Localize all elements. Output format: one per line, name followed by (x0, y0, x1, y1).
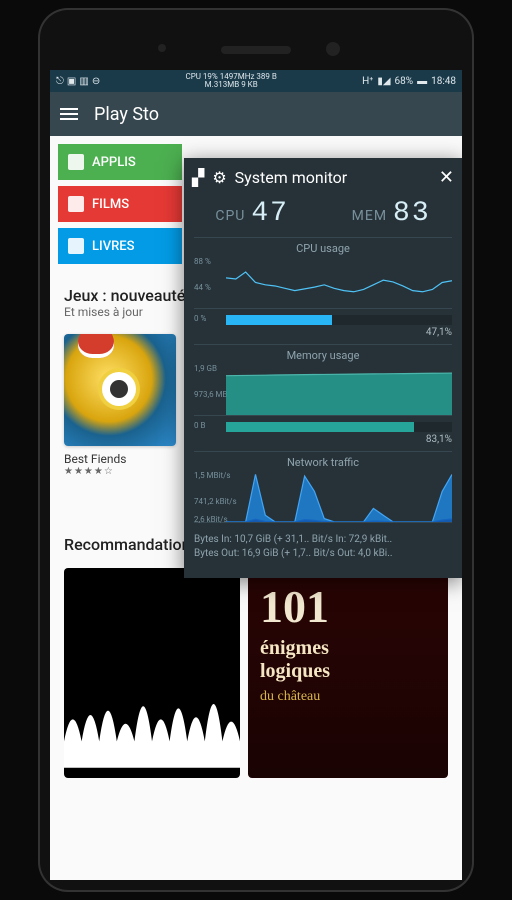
reco-card-101[interactable]: 101 énigmes logiques du château (248, 568, 448, 778)
net-line1: Bytes In: 10,7 GiB (+ 31,1.. Bit/s In: 7… (194, 533, 452, 547)
mem-bar-ylabel: 0 B (194, 421, 222, 430)
phone-frame: ⎋ ▣ ▥ ⊖ CPU 19% 1497MHz 389 B M.313MB 9 … (38, 8, 474, 892)
category-films[interactable]: FILMS (58, 186, 182, 222)
hamburger-icon[interactable] (60, 105, 78, 123)
app-name: Best Fiends (64, 452, 176, 466)
status-cpu-text: CPU 19% 1497MHz 389 B M.313MB 9 KB (104, 73, 358, 89)
mem-bar-pct: 83,1% (194, 434, 452, 445)
badge-icon: ▣ (67, 76, 76, 87)
section-title: Recommandations (64, 535, 199, 554)
phone-sensor (158, 44, 166, 52)
overlay-summary: CPU 47 MEM 83 (184, 196, 462, 237)
close-icon[interactable]: ✕ (439, 167, 454, 188)
mem-section-title: Memory usage (194, 344, 452, 362)
usb-icon: ⎋ (56, 76, 64, 87)
cpu-label: CPU (215, 208, 245, 224)
clock: 18:48 (431, 76, 456, 87)
net-text-stats: Bytes In: 10,7 GiB (+ 31,1.. Bit/s In: 7… (184, 529, 462, 565)
cpu-bar-pct: 47,1% (194, 327, 452, 338)
cpu-section: CPU usage 88 % 44 % 0 % 47,1% (184, 237, 462, 344)
status-bar: ⎋ ▣ ▥ ⊖ CPU 19% 1497MHz 389 B M.313MB 9 … (50, 70, 462, 92)
move-icon[interactable]: ▞ (192, 168, 204, 187)
android-icon (68, 154, 84, 170)
cpu-bar-ylabel: 0 % (194, 314, 222, 323)
category-applis[interactable]: APPLIS (58, 144, 182, 180)
category-list: APPLIS FILMS LIVRES (58, 144, 182, 264)
reco-card-music[interactable] (64, 568, 240, 778)
battery-pct: 68% (395, 76, 414, 87)
status-left-icons: ⎋ ▣ ▥ ⊖ (56, 76, 100, 87)
cpu-section-title: CPU usage (194, 237, 452, 255)
system-monitor-overlay[interactable]: ▞ ⚙ System monitor ✕ CPU 47 MEM 83 (184, 158, 462, 578)
net-graph: 1,5 MBit/s 741,2 kBit/s 2,6 kBit/s (194, 471, 452, 523)
hplus-icon: H⁺ (362, 76, 373, 87)
net-section: Network traffic 1,5 MBit/s 741,2 kBit/s … (184, 451, 462, 529)
mem-bar (226, 422, 452, 432)
mem-ylabel-mid: 973,6 MB (194, 390, 228, 399)
mem-section: Memory usage 1,9 GB 973,6 MB 0 B 83,1% (184, 344, 462, 451)
minus-icon: ⊖ (92, 76, 100, 87)
phone-speaker (221, 46, 291, 54)
category-livres[interactable]: LIVRES (58, 228, 182, 264)
book-line2: logiques (260, 660, 436, 683)
cpu-bar (226, 315, 452, 325)
gear-icon[interactable]: ⚙ (212, 168, 226, 187)
film-icon (68, 196, 84, 212)
cpu-graph: 88 % 44 % (194, 257, 452, 309)
cpu-ylabel-top: 88 % (194, 257, 211, 266)
net-section-title: Network traffic (194, 451, 452, 469)
status-right: H⁺ ▮◢ 68% ▬ 18:48 (362, 76, 456, 87)
category-label: APPLIS (92, 155, 136, 170)
battery-icon: ▬ (417, 76, 427, 87)
app-card-best-fiends[interactable]: Best Fiends ★★★★☆ (64, 334, 176, 477)
mem-value: 83 (393, 198, 431, 229)
net-line2: Bytes Out: 16,9 GiB (+ 1,7.. Bit/s Out: … (194, 547, 452, 561)
category-label: FILMS (92, 197, 129, 212)
status-cpu-line2: M.313MB 9 KB (104, 81, 358, 89)
book-icon (68, 238, 84, 254)
cpu-value: 47 (251, 198, 289, 229)
screen: ⎋ ▣ ▥ ⊖ CPU 19% 1497MHz 389 B M.313MB 9 … (50, 70, 462, 880)
waveform-icon (64, 652, 240, 778)
mem-label: MEM (352, 208, 387, 224)
overlay-header[interactable]: ▞ ⚙ System monitor ✕ (184, 158, 462, 196)
play-store-content: APPLIS FILMS LIVRES Jeux : nouveautés Et… (50, 136, 462, 880)
book-line1: énigmes (260, 637, 436, 660)
signal-icon: ▮◢ (377, 76, 390, 87)
book-number: 101 (260, 580, 436, 633)
app-rating: ★★★★☆ (64, 466, 176, 477)
cpu-stat: CPU 47 (215, 198, 289, 229)
net-ylabel-bot: 2,6 kBit/s (194, 515, 228, 524)
category-label: LIVRES (92, 239, 135, 254)
book-line3: du château (260, 689, 436, 705)
mem-ylabel-top: 1,9 GB (194, 364, 217, 373)
page-title: Play Sto (94, 104, 159, 125)
overlay-title: System monitor (235, 168, 431, 187)
mem-stat: MEM 83 (352, 198, 431, 229)
phone-camera (326, 42, 340, 56)
mem-graph: 1,9 GB 973,6 MB (194, 364, 452, 416)
app-artwork (64, 334, 176, 446)
bars-icon: ▥ (79, 76, 88, 87)
cpu-ylabel-mid: 44 % (194, 283, 211, 292)
reco-row: 101 énigmes logiques du château (64, 568, 448, 778)
play-store-header: Play Sto (50, 92, 462, 136)
